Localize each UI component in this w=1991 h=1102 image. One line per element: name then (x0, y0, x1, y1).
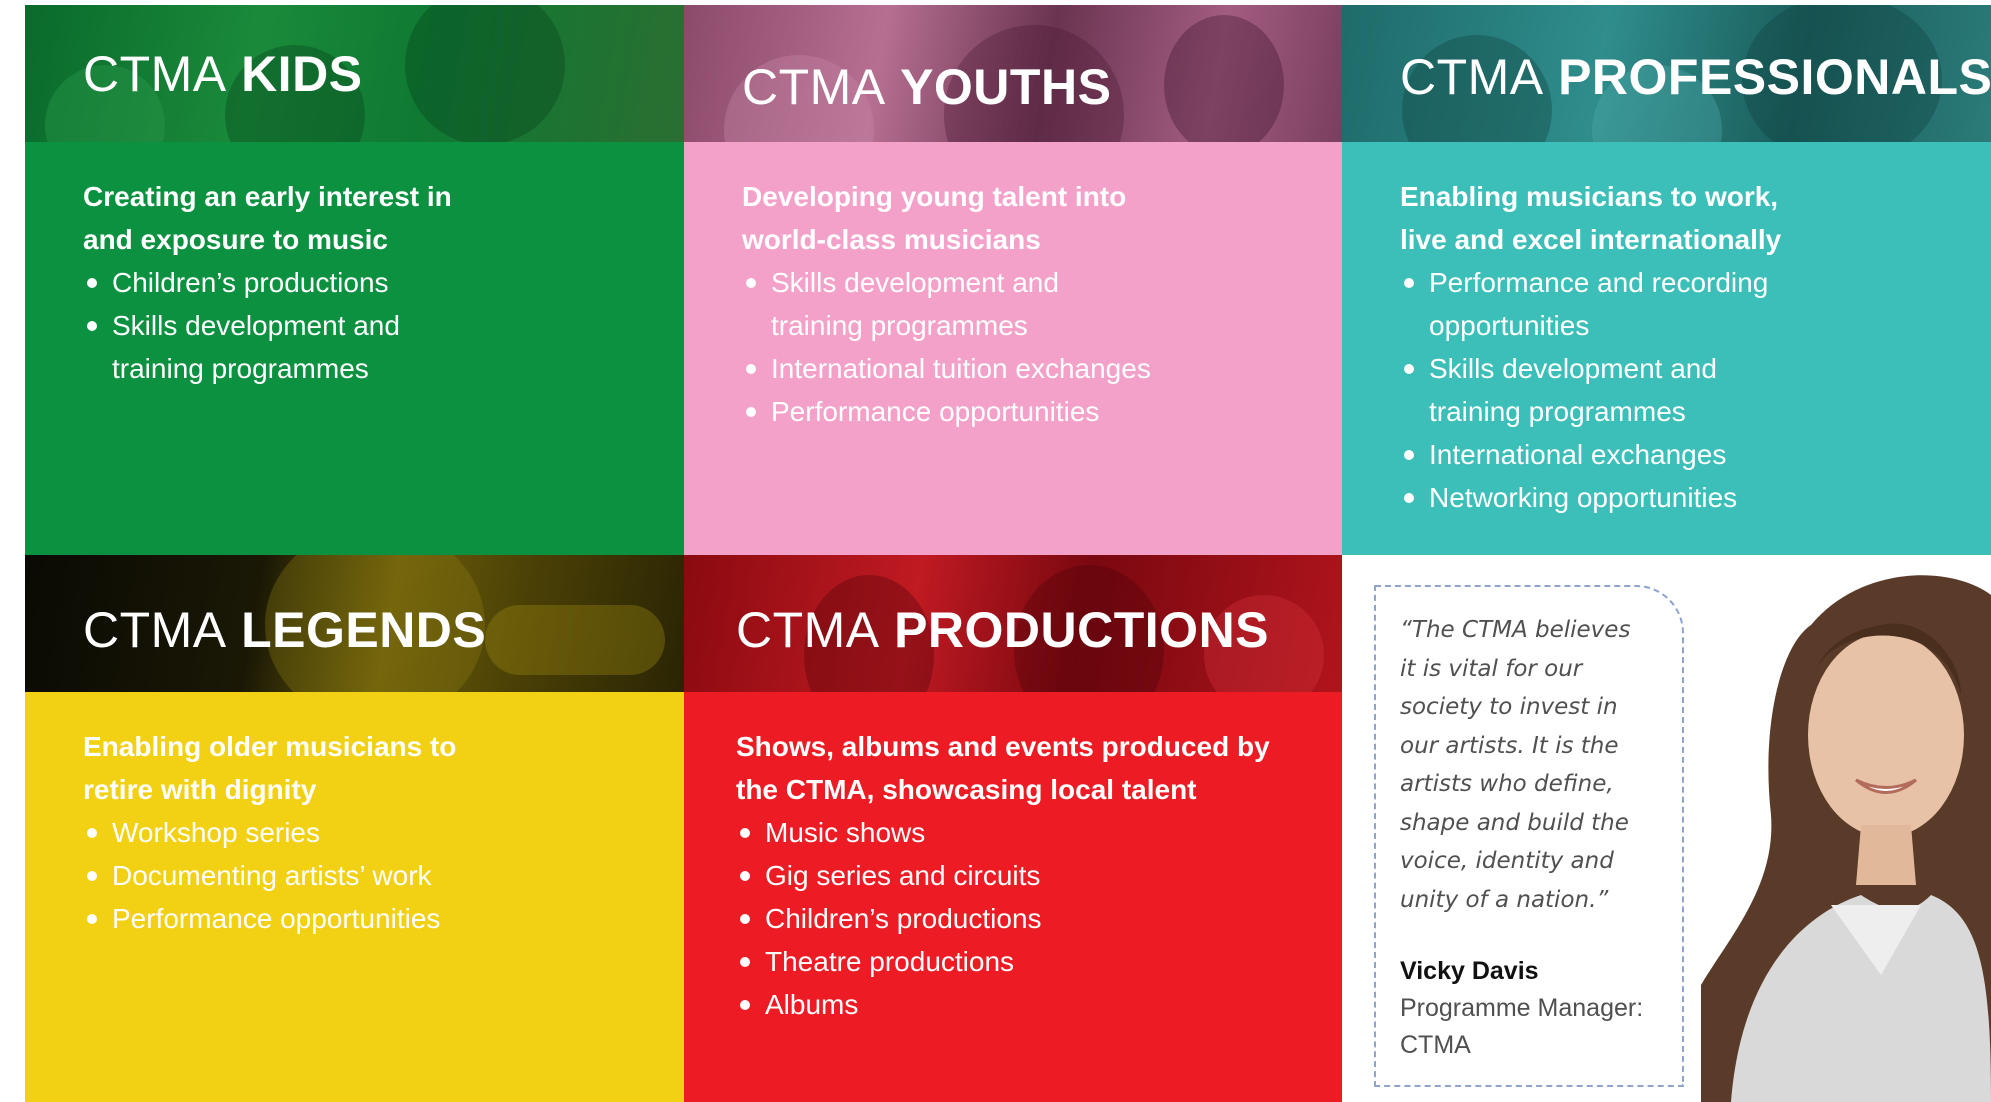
quote-author-name: Vicky Davis (1400, 957, 1539, 985)
legends-list: Workshop series Documenting artists’ wor… (83, 811, 523, 940)
kids-title: CTMA KIDS (83, 45, 363, 103)
productions-content: Shows, albums and events produced by the… (736, 725, 1296, 1026)
professionals-lead: Enabling musicians to work, live and exc… (1400, 181, 1782, 255)
panel-productions: CTMA PRODUCTIONS Shows, albums and event… (684, 555, 1342, 1102)
legends-title: CTMA LEGENDS (83, 601, 486, 659)
professionals-content: Enabling musicians to work, live and exc… (1400, 175, 1830, 519)
list-item: International tuition exchanges (742, 347, 1202, 390)
professionals-title-main: PROFESSIONALS (1558, 49, 1991, 105)
kids-list: Children’s productions Skills developmen… (83, 261, 503, 390)
list-item: Theatre productions (736, 940, 1296, 983)
youths-banner: CTMA YOUTHS (684, 5, 1342, 142)
list-item: Workshop series (83, 811, 523, 854)
kids-title-prefix: CTMA (83, 45, 227, 102)
quote-text: “The CTMA believes it is vital for our s… (1400, 617, 1631, 913)
kids-title-main: KIDS (241, 45, 363, 102)
youths-lead: Developing young talent into world-class… (742, 181, 1127, 255)
list-item: Performance opportunities (83, 897, 523, 940)
productions-title-prefix: CTMA (736, 602, 880, 659)
professionals-list: Performance and recording opportunities … (1400, 261, 1830, 519)
youths-title-main: YOUTHS (900, 59, 1112, 116)
list-item: Performance and recording opportunities (1400, 261, 1849, 347)
list-item: Performance opportunities (742, 390, 1202, 433)
quote-box: “The CTMA believes it is vital for our s… (1374, 585, 1684, 1087)
list-item: Albums (736, 983, 1296, 1026)
youths-list: Skills development and training programm… (742, 261, 1202, 433)
panel-kids: CTMA KIDS Creating an early interest in … (25, 5, 684, 555)
list-item: Children’s productions (83, 261, 503, 304)
kids-lead: Creating an early interest in and exposu… (83, 181, 452, 255)
quote-author-role: Programme Manager: CTMA (1400, 994, 1644, 1059)
list-item: International exchanges (1400, 433, 1830, 476)
list-item: Skills development and training programm… (1400, 347, 1769, 433)
list-item: Gig series and circuits (736, 854, 1296, 897)
legends-lead: Enabling older musicians to retire with … (83, 731, 457, 805)
professionals-title: CTMA PROFESSIONALS (1400, 48, 1991, 106)
list-item: Music shows (736, 811, 1296, 854)
professionals-title-prefix: CTMA (1400, 49, 1544, 105)
productions-list: Music shows Gig series and circuits Chil… (736, 811, 1296, 1026)
kids-content: Creating an early interest in and exposu… (83, 175, 503, 390)
list-item: Children’s productions (736, 897, 1296, 940)
professionals-banner: CTMA PROFESSIONALS (1342, 5, 1991, 142)
list-item: Skills development and training programm… (742, 261, 1111, 347)
youths-content: Developing young talent into world-class… (742, 175, 1202, 433)
legends-banner: CTMA LEGENDS (25, 555, 684, 692)
list-item: Skills development and training programm… (83, 304, 452, 390)
panel-youths: CTMA YOUTHS Developing young talent into… (684, 5, 1342, 555)
productions-title-main: PRODUCTIONS (894, 602, 1270, 659)
legends-title-main: LEGENDS (241, 602, 487, 659)
youths-title: CTMA YOUTHS (742, 58, 1111, 116)
productions-banner: CTMA PRODUCTIONS (684, 555, 1342, 692)
legends-content: Enabling older musicians to retire with … (83, 725, 523, 940)
list-item: Networking opportunities (1400, 476, 1830, 519)
productions-title: CTMA PRODUCTIONS (736, 601, 1269, 659)
panel-legends: CTMA LEGENDS Enabling older musicians to… (25, 555, 684, 1102)
portrait-photo (1661, 555, 1991, 1102)
list-item: Documenting artists’ work (83, 854, 523, 897)
kids-banner: CTMA KIDS (25, 5, 684, 142)
legends-title-prefix: CTMA (83, 602, 227, 659)
quote-section: “The CTMA believes it is vital for our s… (1342, 555, 1991, 1102)
productions-lead: Shows, albums and events produced by the… (736, 731, 1270, 805)
youths-title-prefix: CTMA (742, 59, 886, 116)
panel-professionals: CTMA PROFESSIONALS Enabling musicians to… (1342, 5, 1991, 555)
